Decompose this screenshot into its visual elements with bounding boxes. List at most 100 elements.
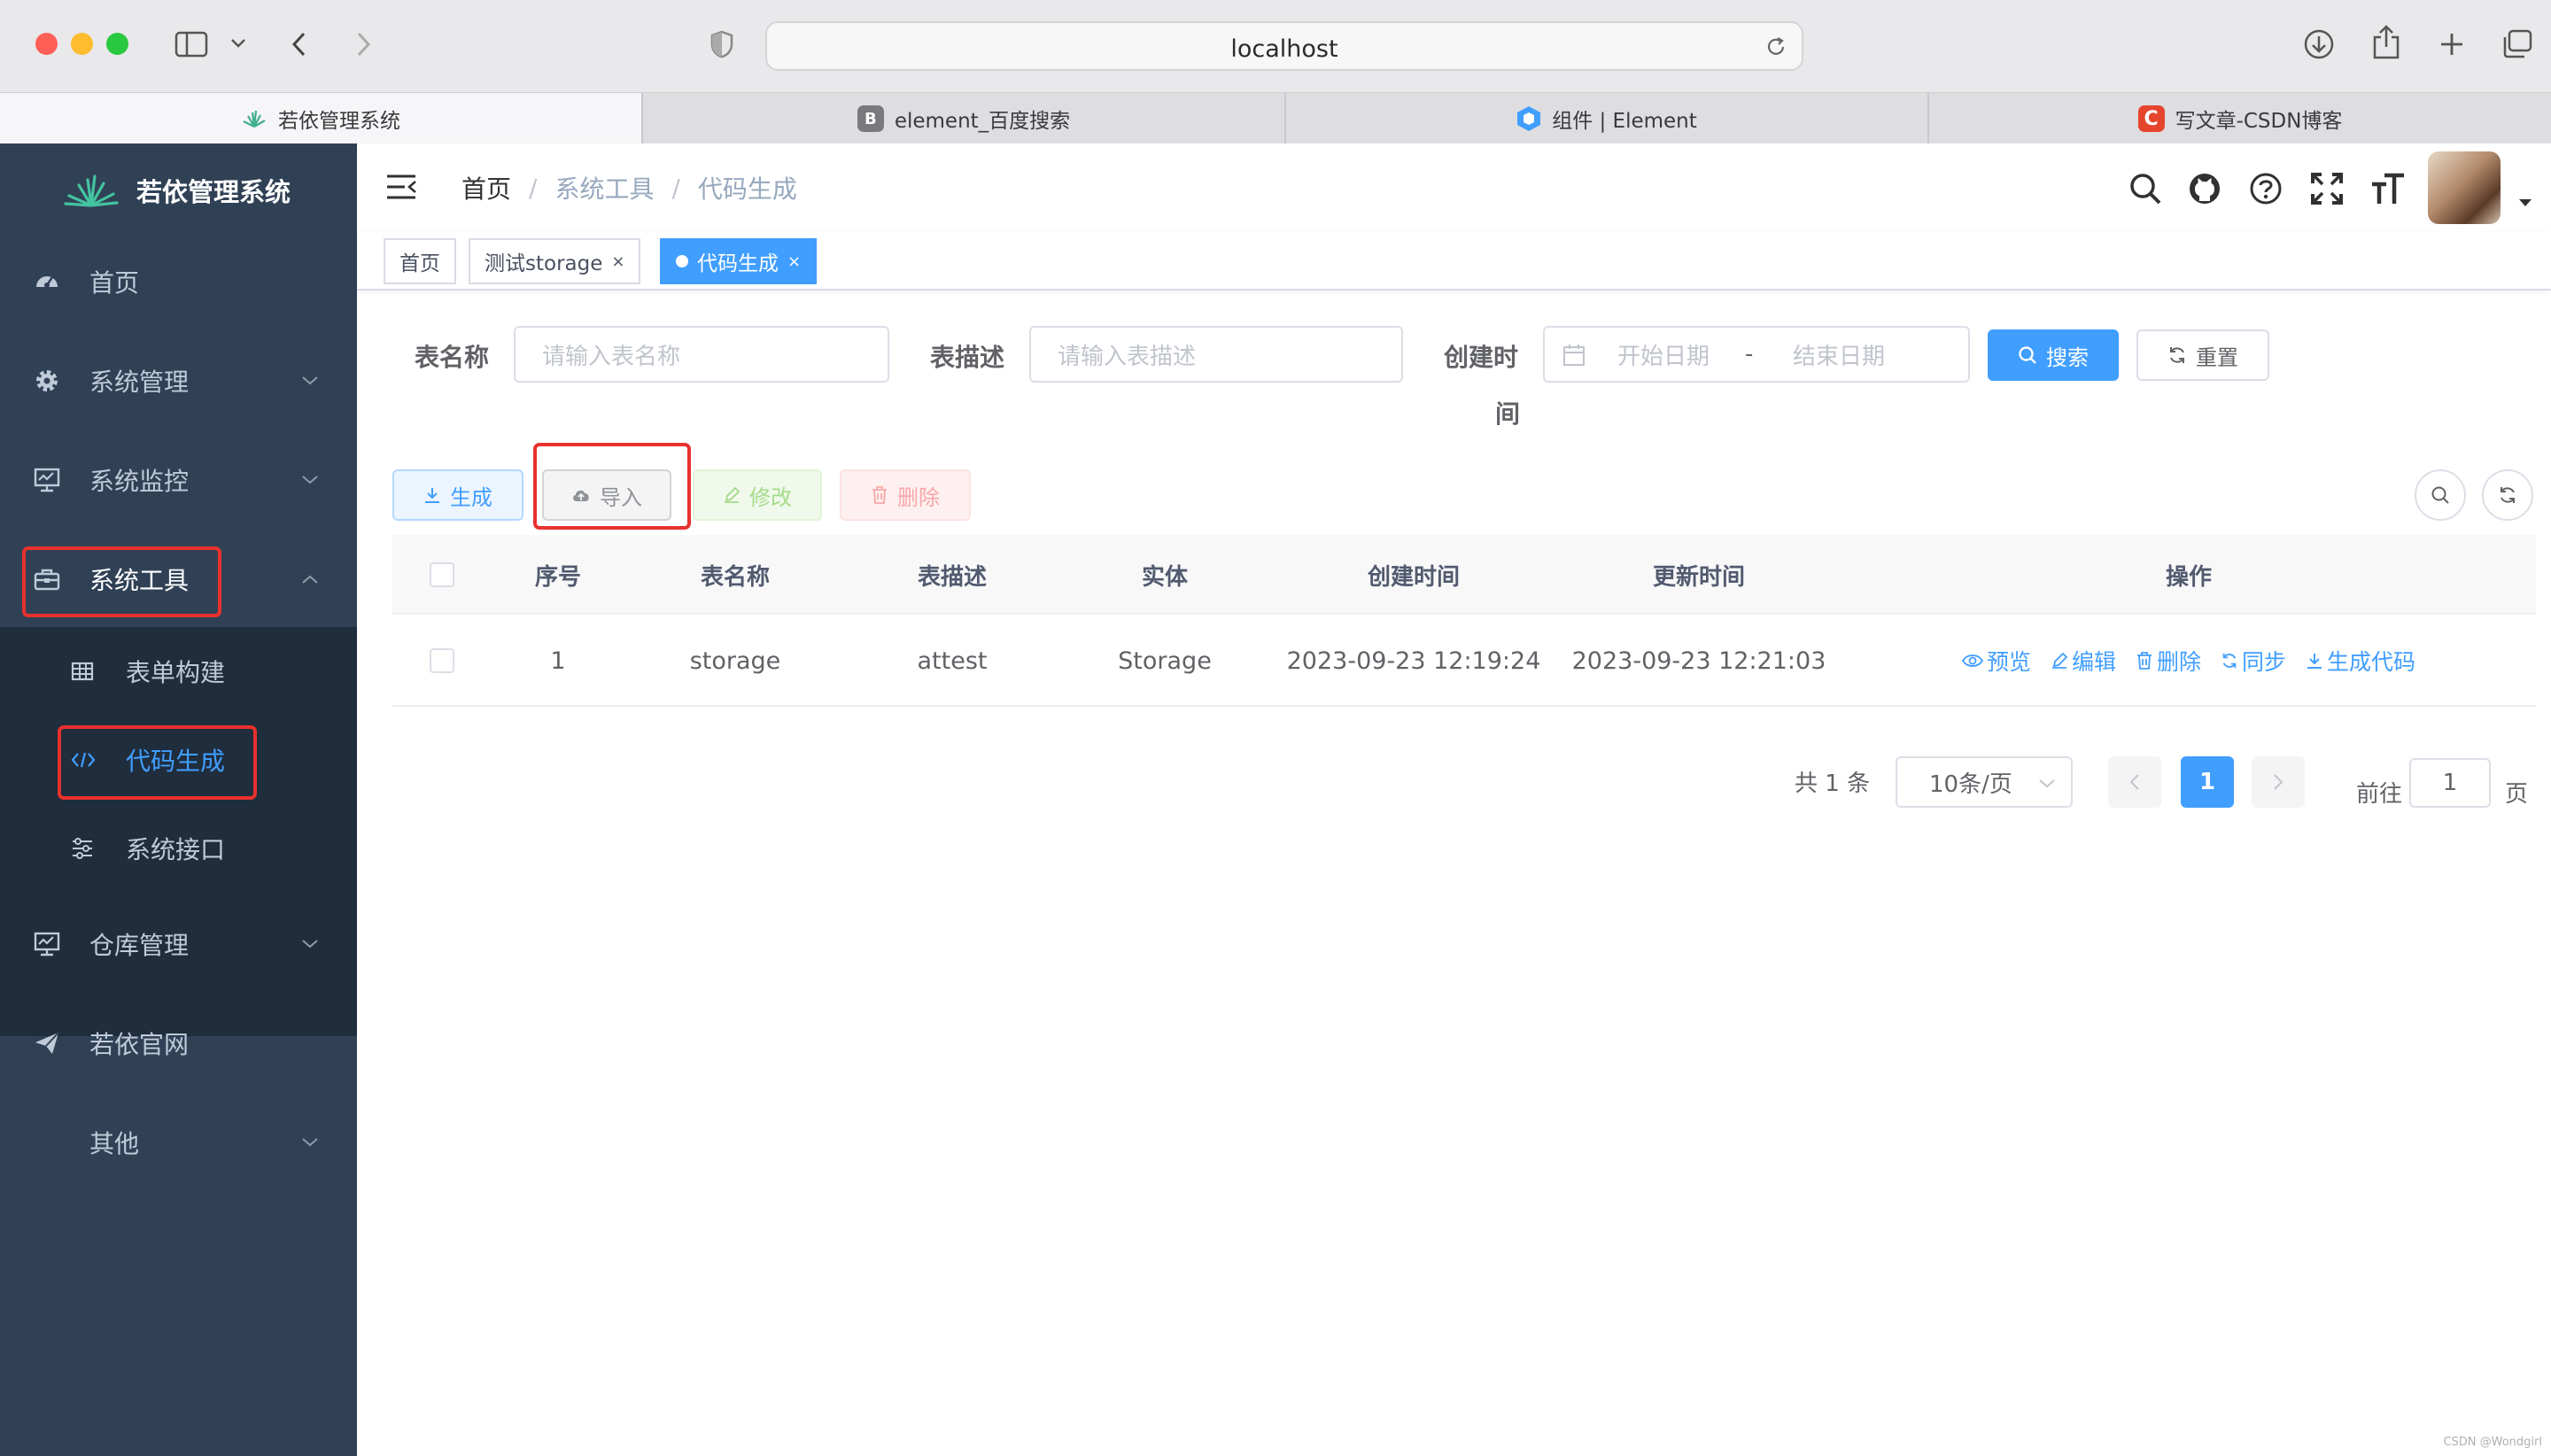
search-icon[interactable]: [2123, 167, 2167, 211]
tag-label: 首页: [399, 252, 440, 275]
row-checkbox-cell: [392, 615, 492, 707]
highlight-box-import: [533, 443, 691, 530]
hamburger-icon[interactable]: [385, 174, 417, 200]
browser-tab-csdn[interactable]: C 写文章-CSDN博客: [1927, 93, 2551, 144]
select-all-checkbox[interactable]: [430, 562, 454, 587]
tab-overview-icon[interactable]: [2500, 27, 2535, 62]
help-icon[interactable]: [2244, 167, 2288, 211]
sidebar-toggle-icon[interactable]: [172, 27, 211, 62]
github-icon[interactable]: [2183, 167, 2227, 211]
sidebar-item-label: 其他: [89, 1129, 140, 1158]
breadcrumb: 首页 / 系统工具 / 代码生成: [461, 170, 797, 205]
chevron-down-icon: [2039, 779, 2055, 788]
sidebar-item-system-api[interactable]: 系统接口: [0, 804, 357, 893]
sidebar-title: 若依管理系统: [136, 177, 291, 207]
back-icon[interactable]: [285, 27, 312, 62]
sidebar-item-warehouse[interactable]: 仓库管理: [0, 895, 357, 994]
font-size-icon[interactable]: [2366, 167, 2410, 211]
edit-link-label: 编辑: [2071, 649, 2116, 675]
minimize-window-button[interactable]: [71, 33, 93, 55]
chevron-down-icon: [302, 1138, 318, 1147]
browser-tab-label: 组件 | Element: [1552, 110, 1697, 133]
address-bar[interactable]: localhost: [765, 21, 1803, 71]
tag-code-generation[interactable]: 代码生成 ×: [660, 238, 818, 284]
fullscreen-icon[interactable]: [2305, 167, 2349, 211]
sidebar-item-label: 若依官网: [89, 1030, 190, 1059]
column-header-index: 序号: [534, 563, 581, 591]
goto-label: 前往: [2356, 781, 2403, 808]
sidebar-item-label: 系统接口: [126, 835, 226, 864]
browser-tab-baidu[interactable]: B element_百度搜索: [641, 93, 1284, 144]
breadcrumb-separator: /: [671, 173, 680, 203]
date-range-picker[interactable]: 开始日期 - 结束日期: [1543, 326, 1970, 383]
privacy-shield-icon[interactable]: [709, 28, 735, 60]
table-icon: [71, 662, 94, 681]
search-button[interactable]: 搜索: [1988, 329, 2119, 381]
share-icon[interactable]: [2369, 23, 2404, 62]
close-icon[interactable]: ×: [787, 252, 801, 271]
sidebar-item-home[interactable]: 首页: [0, 232, 357, 331]
edit-link[interactable]: 编辑: [2051, 645, 2116, 677]
goto-page-input[interactable]: 1: [2409, 758, 2491, 808]
generate-code-link[interactable]: 生成代码: [2306, 645, 2415, 677]
page-size-select[interactable]: 10条/页: [1896, 756, 2073, 808]
row-checkbox[interactable]: [430, 648, 454, 673]
chevron-down-icon[interactable]: [227, 32, 250, 55]
breadcrumb-item-home[interactable]: 首页: [461, 170, 511, 205]
search-icon: [2018, 345, 2037, 365]
preview-link[interactable]: 预览: [1961, 645, 2031, 677]
sidebar-item-system-management[interactable]: 系统管理: [0, 331, 357, 430]
new-tab-icon[interactable]: [2434, 27, 2470, 62]
sidebar-item-form-builder[interactable]: 表单构建: [0, 627, 357, 716]
sidebar-item-ruoyi-website[interactable]: 若依官网: [0, 994, 357, 1093]
delete-link[interactable]: 删除: [2136, 645, 2201, 677]
generate-code-link-label: 生成代码: [2327, 649, 2416, 675]
cell-table-desc: attest: [917, 647, 988, 675]
forward-icon[interactable]: [351, 27, 377, 62]
close-window-button[interactable]: [35, 33, 58, 55]
sidebar-item-label: 表单构建: [126, 658, 226, 687]
browser-tab-ruoyi[interactable]: 若依管理系统: [0, 93, 641, 144]
sidebar-item-label: 系统监控: [89, 467, 190, 496]
refresh-table-button[interactable]: [2482, 469, 2533, 521]
navbar: 首页 / 系统工具 / 代码生成: [357, 143, 2551, 232]
caret-down-icon[interactable]: [2518, 198, 2532, 207]
generate-button[interactable]: 生成: [392, 469, 523, 521]
end-date-placeholder[interactable]: 结束日期: [1793, 338, 1885, 371]
browser-tab-element[interactable]: 组件 | Element: [1284, 93, 1927, 144]
next-page-button[interactable]: [2252, 756, 2305, 808]
sidebar-item-system-monitor[interactable]: 系统监控: [0, 430, 357, 530]
avatar[interactable]: [2428, 151, 2501, 224]
toggle-search-button[interactable]: [2415, 469, 2466, 521]
table-row[interactable]: 1 storage attest Storage 2023-09-23 12:1…: [392, 615, 2536, 707]
download-icon[interactable]: [2301, 27, 2337, 62]
page-number-current[interactable]: 1: [2181, 756, 2234, 808]
reset-button[interactable]: 重置: [2136, 329, 2269, 381]
tag-home[interactable]: 首页: [384, 238, 456, 284]
zoom-window-button[interactable]: [106, 33, 128, 55]
sidebar-logo[interactable]: 若依管理系统: [64, 172, 291, 209]
cell-actions: 预览 编辑 删除 同步 生成代码: [1842, 615, 2536, 707]
search-icon: [2431, 485, 2450, 505]
browser-toolbar: localhost: [0, 0, 2551, 92]
close-icon[interactable]: ×: [611, 252, 624, 271]
cell-updated: 2023-09-23 12:21:03: [1571, 647, 1826, 675]
reload-icon[interactable]: [1764, 35, 1787, 58]
sidebar: 若依管理系统 首页 系统管理 系统监控 系统工具 表单构建 代码生成 系统接口 …: [0, 143, 357, 1456]
delete-button[interactable]: 删除: [840, 469, 971, 521]
sync-link[interactable]: 同步: [2221, 645, 2286, 677]
tag-test-storage[interactable]: 测试storage ×: [469, 238, 641, 284]
start-date-placeholder[interactable]: 开始日期: [1617, 338, 1710, 371]
baidu-favicon-icon: B: [857, 105, 884, 132]
column-header-entity: 实体: [1141, 563, 1188, 591]
url-text: localhost: [1230, 35, 1338, 63]
edit-button[interactable]: 修改: [693, 469, 822, 521]
eye-icon: [1961, 654, 1983, 668]
table-name-input[interactable]: 请输入表名称: [514, 326, 889, 383]
table-desc-input[interactable]: 请输入表描述: [1029, 326, 1403, 383]
search-button-label: 搜索: [2046, 345, 2089, 370]
sidebar-item-others[interactable]: 其他: [0, 1093, 357, 1192]
element-logo-icon: [1516, 105, 1541, 132]
breadcrumb-item-system-tools[interactable]: 系统工具: [554, 170, 654, 205]
prev-page-button[interactable]: [2108, 756, 2161, 808]
